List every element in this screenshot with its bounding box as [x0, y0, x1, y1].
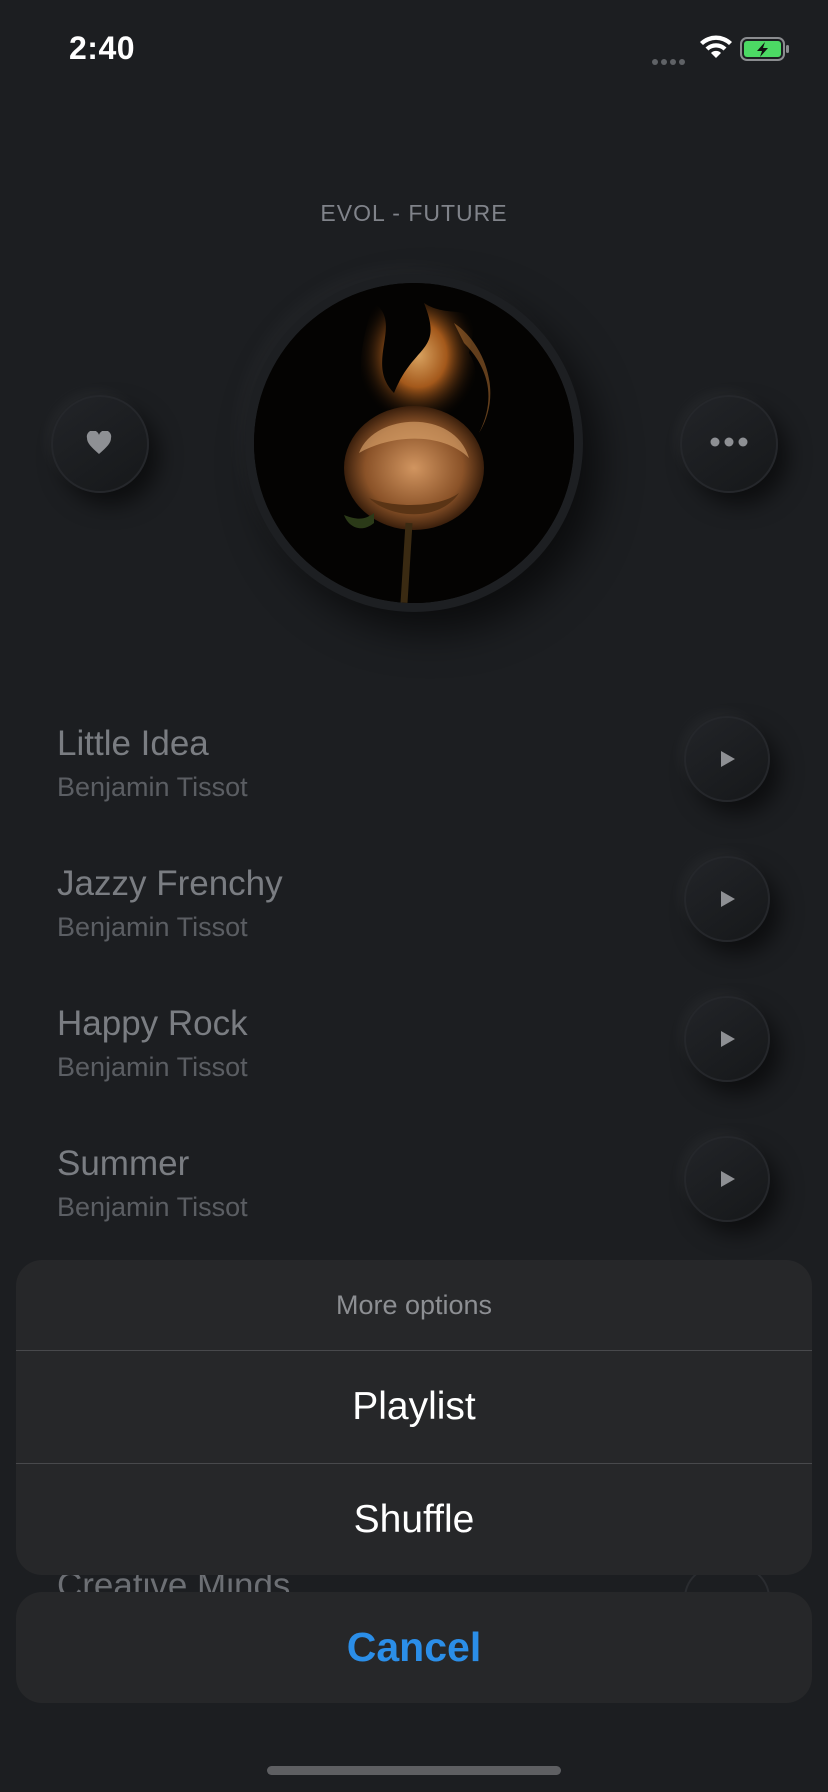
track-artist: Benjamin Tissot: [57, 912, 248, 942]
play-button[interactable]: [684, 856, 770, 942]
track-artist: Benjamin Tissot: [57, 772, 248, 802]
play-button[interactable]: [684, 716, 770, 802]
cancel-button[interactable]: Cancel: [16, 1592, 812, 1703]
cellular-signal-icon: [652, 52, 692, 65]
favorite-button[interactable]: [51, 395, 149, 493]
play-icon: [721, 891, 735, 907]
track-title: Summer: [57, 1144, 190, 1183]
track-title: Jazzy Frenchy: [57, 864, 283, 903]
more-options-button[interactable]: [680, 395, 778, 493]
home-indicator[interactable]: [267, 1766, 561, 1775]
ellipsis-icon: [710, 437, 748, 447]
playlist-option[interactable]: Playlist: [16, 1351, 812, 1464]
album-title: EVOL - FUTURE: [320, 200, 508, 226]
battery-charging-icon: [740, 37, 790, 61]
heart-icon: [86, 431, 112, 454]
track-artist: Benjamin Tissot: [57, 1052, 248, 1082]
list-item[interactable]: Jazzy Frenchy Benjamin Tissot: [0, 856, 828, 974]
play-button[interactable]: [684, 996, 770, 1082]
status-time: 2:40: [69, 30, 136, 66]
track-title: Little Idea: [57, 724, 209, 763]
track-artist: Benjamin Tissot: [57, 1192, 248, 1222]
list-item[interactable]: Happy Rock Benjamin Tissot: [0, 996, 828, 1114]
play-icon: [721, 751, 735, 767]
list-item[interactable]: Summer Benjamin Tissot: [0, 1136, 828, 1254]
play-icon: [721, 1171, 735, 1187]
action-sheet-title: More options: [16, 1260, 812, 1351]
list-item[interactable]: Little Idea Benjamin Tissot: [0, 716, 828, 834]
album-artwork-frame: [245, 274, 583, 612]
album-artwork: [254, 283, 574, 603]
play-icon: [721, 1031, 735, 1047]
shuffle-option[interactable]: Shuffle: [16, 1464, 812, 1575]
wifi-icon: [697, 32, 735, 62]
play-button[interactable]: [684, 1136, 770, 1222]
status-bar: 2:40: [0, 0, 828, 100]
track-title: Happy Rock: [57, 1004, 248, 1043]
action-sheet: More options Playlist Shuffle: [16, 1260, 812, 1575]
